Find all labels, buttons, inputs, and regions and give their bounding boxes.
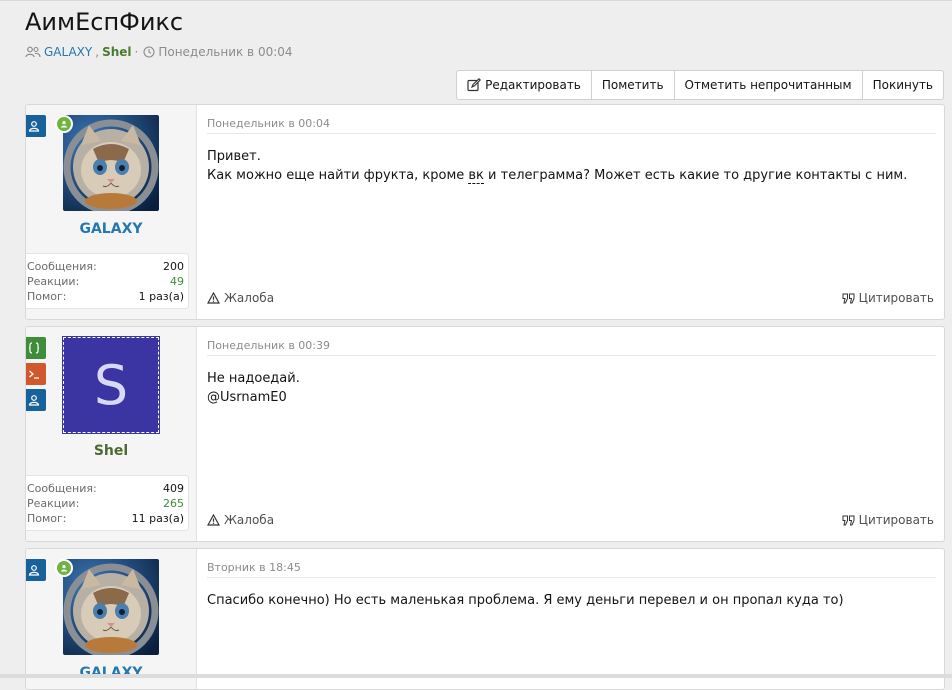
post-footer: Жалоба Цитировать [207,513,934,527]
stat-label: Реакции: [27,497,80,510]
participant-link-shel[interactable]: Shel [102,45,131,59]
avatar[interactable]: S [62,336,160,434]
users-icon [25,46,41,58]
leave-button[interactable]: Покинуть [861,71,943,99]
stat-value: 265 [163,497,184,510]
quote-icon [842,293,855,303]
meta-dot: · [134,45,139,59]
page-title: АимЕспФикс [25,8,184,36]
report-button[interactable]: Жалоба [207,291,274,305]
online-status-icon [55,559,73,577]
user-icon [28,395,40,406]
terminal-badge[interactable] [26,363,46,385]
report-label: Жалоба [224,513,275,527]
stat-value: 11 раз(а) [131,512,184,525]
quote-button[interactable]: Цитировать [842,291,934,305]
user-badges [26,337,46,411]
user-icon [28,565,40,576]
developer-badge[interactable] [26,337,46,359]
post-text-line: @UsrnamE0 [207,390,287,405]
post-text: и телеграмма? Может есть какие то другие… [483,168,908,183]
participant-separator: , [95,45,100,59]
message-post: GALAXY Сообщения: 200 Реакции: 49 Помог: 1 … [25,104,945,320]
avatar-image [63,115,159,211]
user-badge[interactable] [26,115,46,137]
stat-value: 200 [163,260,184,273]
avatar-image [63,559,159,655]
report-label: Жалоба [224,291,275,305]
post-body: Не надоедай. @UsrnamE0 [207,369,934,407]
warning-icon [207,292,220,304]
post-body: Спасибо конечно) Но есть маленькая пробл… [207,591,934,610]
post-date[interactable]: Понедельник в 00:04 [207,117,936,134]
post-date[interactable]: Вторник в 18:45 [207,561,936,578]
user-badge[interactable] [26,389,46,411]
report-button[interactable]: Жалоба [207,513,274,527]
mark-button[interactable]: Пометить [590,71,674,99]
stat-row-messages: Сообщения: 409 [27,481,184,496]
stat-label: Помог: [27,512,67,525]
participant-link-galaxy[interactable]: GALAXY [44,45,92,59]
user-badges [26,559,46,581]
post-author-panel: GALAXY [26,549,197,689]
post-footer: Жалоба Цитировать [207,291,934,305]
post-date[interactable]: Понедельник в 00:39 [207,339,936,356]
abbreviation: вк [468,168,484,184]
edit-button[interactable]: Редактировать [457,71,591,99]
stat-label: Сообщения: [27,482,97,495]
post-author-panel: GALAXY Сообщения: 200 Реакции: 49 Помог: 1 … [26,105,197,319]
post-body: Привет. Как можно еще найти фрукта, кром… [207,147,934,185]
post-text-line: Не надоедай. [207,371,300,386]
post-text: Как можно еще найти фрукта, кроме [207,168,469,183]
thread-actions: Редактировать Пометить Отметить непрочит… [456,70,944,100]
stat-row-reactions: Реакции: 265 [27,496,184,511]
message-post: GALAXY Вторник в 18:45 Спасибо конечно) … [25,548,945,690]
post-text-line: Спасибо конечно) Но есть маленькая пробл… [207,593,844,608]
post-content: Понедельник в 00:39 Не надоедай. @Usrnam… [197,327,944,541]
post-text-line: Как можно еще найти фрукта, кроме вк и т… [207,166,934,185]
stat-value: 49 [170,275,184,288]
stat-value: 409 [163,482,184,495]
mark-unread-button[interactable]: Отметить непрочитанным [673,71,862,99]
post-author-panel: S Shel Сообщения: 409 Реакции: 265 Помог: 1… [26,327,197,541]
stat-row-messages: Сообщения: 200 [27,259,184,274]
avatar-letter: S [62,336,160,434]
warning-icon [207,514,220,526]
online-status-icon [55,115,73,133]
stat-row-reactions: Реакции: 49 [27,274,184,289]
quote-label: Цитировать [858,513,934,527]
post-author-name[interactable]: Shel [26,443,196,459]
thread-meta: GALAXY, Shel · Понедельник в 00:04 [25,45,293,59]
quote-button[interactable]: Цитировать [842,513,934,527]
stat-row-helped: Помог: 11 раз(а) [27,511,184,526]
top-divider [0,0,952,1]
braces-icon [28,342,40,354]
quote-icon [842,515,855,525]
stat-label: Помог: [27,290,67,303]
thread-start-date: Понедельник в 00:04 [158,45,293,59]
bottom-divider [0,674,952,678]
stat-value: 1 раз(а) [138,290,184,303]
edit-button-label: Редактировать [485,78,581,92]
user-icon [28,121,40,132]
user-badge[interactable] [26,559,46,581]
quote-label: Цитировать [858,291,934,305]
author-stats: Сообщения: 200 Реакции: 49 Помог: 1 раз(а) [26,253,189,309]
post-content: Вторник в 18:45 Спасибо конечно) Но есть… [197,549,944,689]
stat-label: Сообщения: [27,260,97,273]
stat-row-helped: Помог: 1 раз(а) [27,289,184,304]
author-stats: Сообщения: 409 Реакции: 265 Помог: 11 раз(а… [26,475,189,531]
avatar[interactable] [55,559,159,655]
edit-icon [467,78,482,92]
user-badges [26,115,46,137]
clock-icon [143,46,155,58]
message-post: S Shel Сообщения: 409 Реакции: 265 Помог: 1… [25,326,945,542]
avatar[interactable] [55,115,159,211]
stat-label: Реакции: [27,275,80,288]
post-text-line: Привет. [207,149,261,164]
post-content: Понедельник в 00:04 Привет. Как можно ещ… [197,105,944,319]
post-author-name[interactable]: GALAXY [26,665,196,681]
post-author-name[interactable]: GALAXY [26,221,196,237]
terminal-icon [29,370,39,379]
